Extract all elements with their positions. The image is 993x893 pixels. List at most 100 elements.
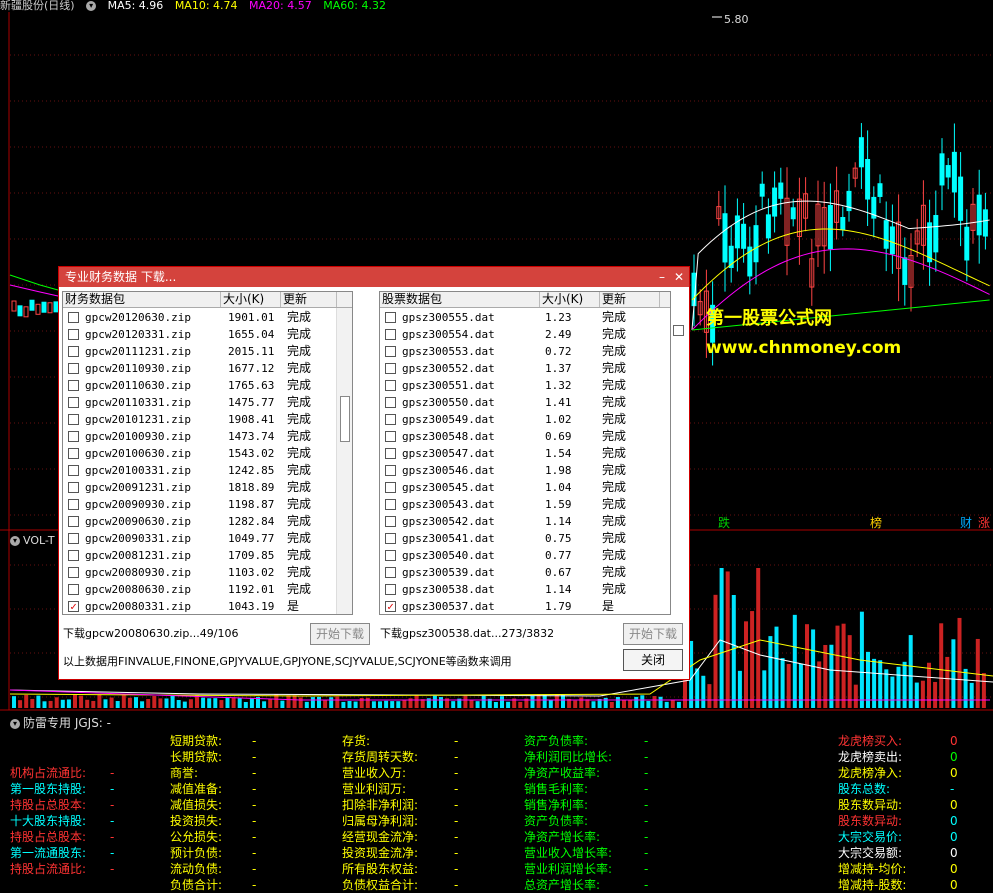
row-checkbox[interactable]	[68, 414, 79, 425]
row-checkbox[interactable]	[68, 482, 79, 493]
list-item[interactable]: gpsz300545.dat 1.04 完成	[380, 479, 650, 496]
list-item[interactable]: gpcw20100930.zip 1473.74 完成	[63, 428, 333, 445]
close-button[interactable]: 关闭	[623, 649, 683, 671]
list-item[interactable]: gpcw20111231.zip 2015.11 完成	[63, 343, 333, 360]
list-item[interactable]: gpsz300540.dat 0.77 完成	[380, 547, 650, 564]
row-checkbox[interactable]	[68, 550, 79, 561]
volume-bar	[201, 697, 206, 708]
row-checkbox[interactable]: ✓	[385, 601, 396, 612]
row-checkbox[interactable]	[385, 380, 396, 391]
list-item[interactable]: gpsz300543.dat 1.59 完成	[380, 496, 650, 513]
list-item[interactable]: gpcw20091231.zip 1818.89 完成	[63, 479, 333, 496]
row-checkbox[interactable]	[68, 329, 79, 340]
row-checkbox[interactable]	[68, 465, 79, 476]
row-checkbox[interactable]	[385, 431, 396, 442]
dialog-titlebar[interactable]: 专业财务数据 下载... – ✕	[59, 267, 689, 287]
list-item[interactable]: gpsz300548.dat 0.69 完成	[380, 428, 650, 445]
list-item[interactable]: gpcw20080630.zip 1192.01 完成	[63, 581, 333, 598]
row-checkbox[interactable]	[385, 584, 396, 595]
list-item[interactable]: gpsz300538.dat 1.14 完成	[380, 581, 650, 598]
list-item[interactable]: gpcw20100331.zip 1242.85 完成	[63, 462, 333, 479]
list-item[interactable]: gpsz300547.dat 1.54 完成	[380, 445, 650, 462]
list-item[interactable]: gpcw20120630.zip 1901.01 完成	[63, 309, 333, 326]
row-checkbox[interactable]	[385, 414, 396, 425]
volume-bar	[835, 625, 840, 708]
row-checkbox[interactable]	[385, 465, 396, 476]
row-checkbox[interactable]	[68, 431, 79, 442]
list-item[interactable]: gpsz300541.dat 0.75 完成	[380, 530, 650, 547]
list-item[interactable]: gpsz300546.dat 1.98 完成	[380, 462, 650, 479]
list-item[interactable]: ✓ gpsz300537.dat 1.79 是	[380, 598, 650, 614]
finance-package-list[interactable]: 财务数据包 大小(K) 更新 gpcw20120630.zip 1901.01 完成…	[62, 291, 353, 615]
side-checkbox[interactable]	[673, 325, 684, 336]
finance-field-label: 股东总数:	[838, 782, 891, 796]
list-item[interactable]: gpcw20080930.zip 1103.02 完成	[63, 564, 333, 581]
row-checkbox[interactable]	[68, 346, 79, 357]
list-item[interactable]: gpsz300553.dat 0.72 完成	[380, 343, 650, 360]
row-checkbox[interactable]	[385, 533, 396, 544]
row-checkbox[interactable]: ✓	[68, 601, 79, 612]
list-item[interactable]: gpsz300539.dat 0.67 完成	[380, 564, 650, 581]
row-checkbox[interactable]	[385, 550, 396, 561]
row-checkbox[interactable]	[68, 584, 79, 595]
list-item[interactable]: gpsz300542.dat 1.14 完成	[380, 513, 650, 530]
dropdown-icon[interactable]: ▾	[10, 718, 20, 729]
col-header-update[interactable]: 更新	[600, 292, 660, 307]
row-checkbox[interactable]	[385, 346, 396, 357]
col-header-size[interactable]: 大小(K)	[221, 292, 281, 307]
row-checkbox[interactable]	[68, 516, 79, 527]
row-checkbox[interactable]	[385, 397, 396, 408]
list-item[interactable]: gpcw20120331.zip 1655.04 完成	[63, 326, 333, 343]
row-checkbox[interactable]	[68, 380, 79, 391]
col-header-update[interactable]: 更新	[281, 292, 337, 307]
stock-package-list[interactable]: 股票数据包 大小(K) 更新 gpsz300555.dat 1.23 完成 gpsz3…	[379, 291, 671, 615]
row-checkbox[interactable]	[385, 482, 396, 493]
list-item[interactable]: gpsz300549.dat 1.02 完成	[380, 411, 650, 428]
close-icon[interactable]: ✕	[672, 267, 686, 287]
list-item[interactable]: gpcw20081231.zip 1709.85 完成	[63, 547, 333, 564]
list-item[interactable]: gpsz300554.dat 2.49 完成	[380, 326, 650, 343]
list-item[interactable]: gpcw20090930.zip 1198.87 完成	[63, 496, 333, 513]
row-checkbox[interactable]	[68, 448, 79, 459]
row-checkbox[interactable]	[385, 567, 396, 578]
row-checkbox[interactable]	[68, 533, 79, 544]
row-checkbox[interactable]	[385, 516, 396, 527]
row-checkbox[interactable]	[385, 363, 396, 374]
col-header-name[interactable]: 股票数据包	[380, 292, 540, 307]
finance-panel-title[interactable]: ▾ 防雷专用 JGJS: -	[10, 714, 111, 731]
row-checkbox[interactable]	[68, 363, 79, 374]
minimize-icon[interactable]: –	[655, 267, 669, 287]
list-item[interactable]: gpcw20101231.zip 1908.41 完成	[63, 411, 333, 428]
list-item[interactable]: gpsz300555.dat 1.23 完成	[380, 309, 650, 326]
list-item[interactable]: gpcw20090331.zip 1049.77 完成	[63, 530, 333, 547]
list-item[interactable]: gpcw20110930.zip 1677.12 完成	[63, 360, 333, 377]
row-checkbox[interactable]	[385, 312, 396, 323]
volume-bar	[127, 697, 132, 708]
row-checkbox[interactable]	[385, 499, 396, 510]
row-checkbox[interactable]	[68, 397, 79, 408]
row-checkbox[interactable]	[385, 329, 396, 340]
list-item[interactable]: gpcw20100630.zip 1543.02 完成	[63, 445, 333, 462]
list-item[interactable]: gpcw20110630.zip 1765.63 完成	[63, 377, 333, 394]
list-item[interactable]: gpcw20110331.zip 1475.77 完成	[63, 394, 333, 411]
start-download-button-right[interactable]: 开始下载	[623, 623, 683, 645]
finance-field-label: 销售毛利率:	[524, 782, 589, 796]
list-item[interactable]: ✓ gpcw20080331.zip 1043.19 是	[63, 598, 333, 614]
scrollbar[interactable]	[336, 308, 352, 614]
row-checkbox[interactable]	[68, 567, 79, 578]
volume-bar	[756, 568, 761, 708]
list-item[interactable]: gpcw20090630.zip 1282.84 完成	[63, 513, 333, 530]
dropdown-icon[interactable]: ▾	[10, 536, 20, 546]
start-download-button-left[interactable]: 开始下载	[310, 623, 370, 645]
col-header-size[interactable]: 大小(K)	[540, 292, 600, 307]
volume-panel-title[interactable]: ▾ VOL-T	[10, 534, 55, 547]
scroll-thumb[interactable]	[340, 396, 350, 442]
row-checkbox[interactable]	[385, 448, 396, 459]
list-item[interactable]: gpsz300551.dat 1.32 完成	[380, 377, 650, 394]
list-item[interactable]: gpsz300550.dat 1.41 完成	[380, 394, 650, 411]
row-checkbox[interactable]	[68, 312, 79, 323]
finance-field: 总资产增长率: -	[524, 877, 684, 893]
row-checkbox[interactable]	[68, 499, 79, 510]
list-item[interactable]: gpsz300552.dat 1.37 完成	[380, 360, 650, 377]
col-header-name[interactable]: 财务数据包	[63, 292, 221, 307]
